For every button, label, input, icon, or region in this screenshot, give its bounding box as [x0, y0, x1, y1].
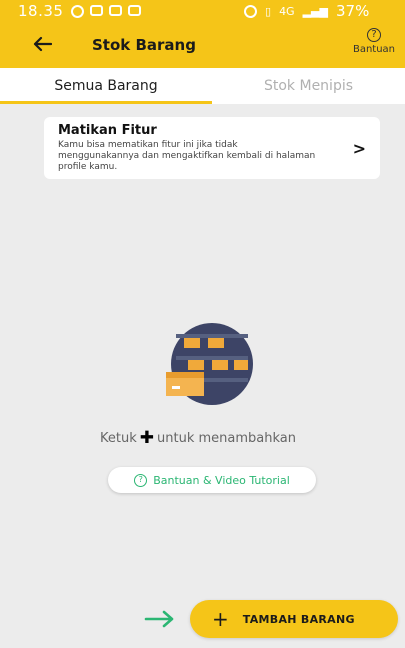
hint-suffix: untuk menambahkan	[157, 430, 296, 446]
signal-icon: ▂▄▆	[302, 4, 328, 18]
whatsapp-icon	[71, 4, 85, 18]
plus-icon: ✚	[139, 428, 154, 448]
status-right-icons: ▯ 4G ▂▄▆ 37%	[244, 2, 369, 20]
hint-prefix: Ketuk	[100, 430, 137, 446]
app-bar: Stok Barang ? Bantuan	[0, 22, 405, 68]
add-item-button[interactable]: + TAMBAH BARANG	[190, 600, 398, 638]
back-button[interactable]	[30, 32, 54, 56]
vibrate-icon: ▯	[265, 4, 272, 18]
tab-bar: Semua Barang Stok Menipis	[0, 68, 405, 104]
help-label: Bantuan	[352, 44, 396, 55]
notification-icons	[71, 4, 142, 18]
card-title: Matikan Fitur	[58, 123, 157, 138]
chevron-right-icon: >	[352, 139, 366, 158]
arrow-left-icon	[33, 36, 52, 52]
warehouse-boxes-illustration	[166, 323, 253, 405]
add-item-label: TAMBAH BARANG	[242, 612, 355, 626]
page-title: Stok Barang	[92, 36, 196, 54]
card-description: Kamu bisa mematikan fitur ini jika tidak…	[58, 140, 316, 172]
empty-state-hint: Ketuk ✚ untuk menambahkan	[100, 428, 330, 448]
plus-icon: +	[212, 607, 229, 631]
help-button[interactable]: ? Bantuan	[346, 28, 402, 64]
battery-level: 37%	[335, 2, 370, 20]
tutorial-button-label: Bantuan & Video Tutorial	[153, 473, 290, 487]
disable-feature-card[interactable]: Matikan Fitur Kamu bisa mematikan fitur …	[44, 117, 380, 179]
tab-semua-barang[interactable]: Semua Barang	[0, 68, 212, 104]
question-circle-icon: ?	[367, 28, 381, 42]
instagram-icon	[109, 4, 123, 16]
alarm-icon	[244, 4, 257, 18]
question-circle-icon: ?	[134, 473, 148, 487]
message-icon	[90, 4, 104, 16]
instagram-icon-2	[128, 4, 142, 16]
arrow-right-icon	[144, 610, 174, 628]
status-bar: 18.35 ▯ 4G ▂▄▆ 37%	[0, 0, 405, 22]
status-time: 18.35	[18, 2, 64, 20]
tutorial-button[interactable]: ? Bantuan & Video Tutorial	[108, 467, 316, 493]
tab-stok-menipis[interactable]: Stok Menipis	[212, 68, 405, 104]
network-label: 4G	[279, 4, 295, 18]
